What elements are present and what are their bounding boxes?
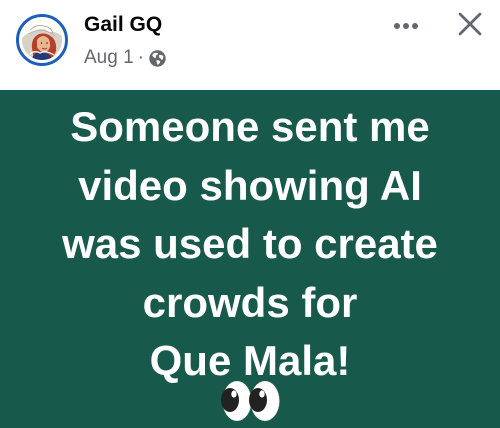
close-icon bbox=[457, 11, 483, 42]
post-text-line: was used to create bbox=[62, 220, 438, 267]
post-meta: Aug 1 · bbox=[84, 45, 167, 71]
post-date[interactable]: Aug 1 bbox=[84, 45, 134, 71]
post-text-line: video showing AI bbox=[78, 161, 422, 209]
post-text-line: crowds for bbox=[142, 278, 358, 326]
author-name[interactable]: Gail GQ bbox=[84, 12, 162, 38]
avatar-photo bbox=[22, 20, 62, 60]
more-options-button[interactable] bbox=[382, 8, 430, 44]
post-text: Someone sent me video showing AI was use… bbox=[0, 98, 500, 391]
post-header: Gail GQ Aug 1 · bbox=[0, 0, 500, 90]
more-icon bbox=[391, 17, 421, 35]
eyes-emoji bbox=[216, 378, 286, 424]
avatar[interactable] bbox=[16, 14, 68, 66]
post-text-card: Someone sent me video showing AI was use… bbox=[0, 90, 500, 428]
globe-icon bbox=[148, 49, 167, 68]
post-text-line: Someone sent me bbox=[70, 103, 430, 150]
close-button[interactable] bbox=[446, 6, 494, 46]
meta-separator: · bbox=[137, 47, 144, 68]
